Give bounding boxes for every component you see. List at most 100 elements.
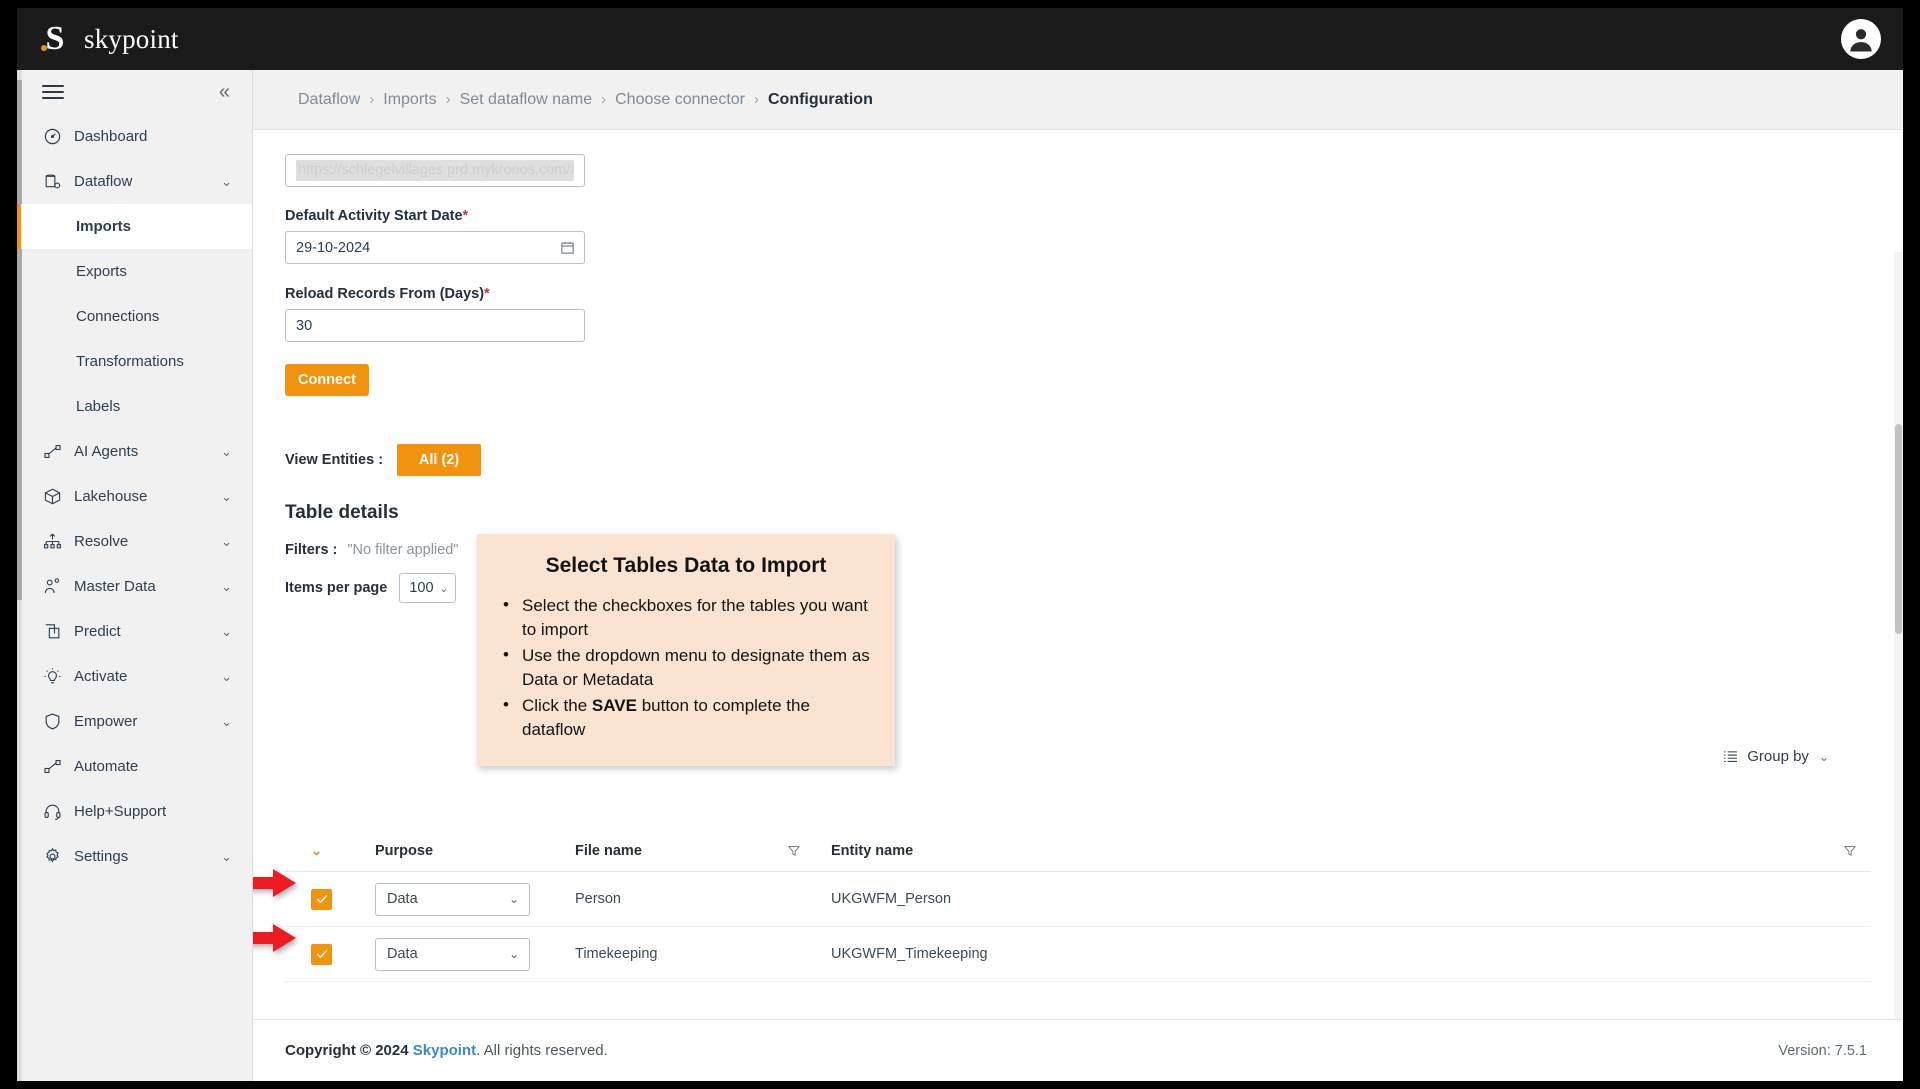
chevron-down-icon: ⌄ (221, 578, 232, 594)
purpose-select[interactable]: Data ⌄ (375, 882, 530, 916)
table-details-title: Table details (285, 502, 399, 523)
skypoint-logo-icon: S (38, 20, 72, 58)
breadcrumb-item-set-dataflow-name[interactable]: Set dataflow name (460, 91, 593, 109)
view-all-entities-button[interactable]: All (2) (397, 444, 482, 476)
sidebar-item-activate[interactable]: Activate ⌄ (17, 654, 252, 699)
callout-bullet-list: Select the checkboxes for the tables you… (499, 593, 873, 742)
chevron-down-icon: ⌄ (508, 892, 519, 906)
copy-squares-icon (41, 621, 63, 643)
callout-bullet: Click the SAVE button to complete the da… (499, 693, 873, 742)
application-window: S skypoint « Dashboard Dataflow ⌄ Import… (17, 8, 1903, 1081)
row-checkbox[interactable] (311, 888, 332, 910)
filters-label: Filters : (285, 542, 338, 558)
breadcrumb-item-choose-connector[interactable]: Choose connector (615, 91, 745, 109)
filter-icon[interactable] (787, 844, 801, 858)
brand-logo[interactable]: S skypoint (38, 20, 179, 58)
row-checkbox[interactable] (311, 943, 332, 965)
sidebar-item-label: Dashboard (74, 128, 148, 145)
connect-button[interactable]: Connect (285, 364, 369, 396)
nodes-icon (41, 756, 63, 778)
breadcrumb-item-dataflow[interactable]: Dataflow (298, 91, 360, 109)
sidebar-item-label: Help+Support (74, 803, 167, 820)
start-date-value: 29-10-2024 (296, 239, 371, 256)
group-by-label: Group by (1747, 748, 1809, 765)
table-header-entity-name-label: Entity name (831, 842, 914, 859)
callout-bullet: Select the checkboxes for the tables you… (499, 593, 873, 642)
sidebar-item-empower[interactable]: Empower ⌄ (17, 699, 252, 744)
row-file-name: Timekeeping (575, 946, 658, 962)
instruction-callout: Select Tables Data to Import Select the … (477, 534, 895, 766)
collapse-sidebar-icon[interactable]: « (219, 82, 230, 102)
row-select-cell (285, 888, 375, 910)
entities-table: ⌄ Purpose File name Entity name Data ⌄ P… (285, 830, 1871, 982)
footer: Copyright © 2024 Skypoint. All rights re… (253, 1019, 1903, 1081)
gauge-icon (41, 126, 63, 148)
calendar-icon[interactable] (560, 240, 575, 255)
items-per-page-select[interactable]: 100 ⌄ (399, 573, 457, 603)
row-file-name: Person (575, 891, 621, 907)
view-entities-label: View Entities : (285, 452, 384, 468)
annotation-arrow-row2-icon (253, 923, 297, 953)
sidebar-item-dashboard[interactable]: Dashboard (17, 114, 252, 159)
breadcrumb-separator-icon: › (753, 91, 759, 108)
reload-days-input[interactable]: 30 (285, 309, 585, 342)
sidebar-item-label: Master Data (74, 578, 156, 595)
sidebar-item-lakehouse[interactable]: Lakehouse ⌄ (17, 474, 252, 519)
headset-icon (41, 801, 63, 823)
sidebar-item-labels[interactable]: Labels (17, 384, 252, 429)
person-network-icon (41, 576, 63, 598)
sidebar-item-transformations[interactable]: Transformations (17, 339, 252, 384)
sidebar-item-ai-agents[interactable]: AI Agents ⌄ (17, 429, 252, 474)
check-icon (316, 895, 327, 903)
sidebar-item-imports[interactable]: Imports (17, 204, 252, 249)
sidebar-item-predict[interactable]: Predict ⌄ (17, 609, 252, 654)
chevron-down-icon: ⌄ (1818, 749, 1829, 764)
content-scrollbar-thumb[interactable] (1895, 424, 1902, 634)
breadcrumb: Dataflow › Imports › Set dataflow name ›… (253, 70, 1903, 130)
chevron-down-icon: ⌄ (221, 533, 232, 549)
filter-icon[interactable] (1843, 844, 1857, 858)
sidebar-item-master-data[interactable]: Master Data ⌄ (17, 564, 252, 609)
required-asterisk: * (484, 286, 490, 302)
table-header-select-all[interactable]: ⌄ (285, 843, 375, 859)
row-entity-name: UKGWFM_Timekeeping (831, 946, 988, 962)
logo-letter: S (45, 20, 65, 57)
reload-days-label: Reload Records From (Days)* (285, 286, 1903, 302)
copyright-text: Copyright © 2024 Skypoint. All rights re… (285, 1042, 608, 1059)
sidebar-item-connections[interactable]: Connections (17, 294, 252, 339)
database-gear-icon (41, 171, 63, 193)
sidebar-item-exports[interactable]: Exports (17, 249, 252, 294)
chevron-down-icon: ⌄ (221, 623, 232, 639)
sidebar-subitem-label: Connections (76, 308, 160, 325)
purpose-select[interactable]: Data ⌄ (375, 937, 530, 971)
reload-days-label-text: Reload Records From (Days) (285, 286, 485, 302)
row-entity-name: UKGWFM_Person (831, 891, 952, 907)
user-avatar-button[interactable] (1841, 19, 1881, 59)
logo-dot-icon (41, 45, 47, 51)
table-header-entity-name: Entity name (831, 843, 1871, 859)
breadcrumb-item-imports[interactable]: Imports (383, 91, 436, 109)
chevron-up-icon: ⌄ (221, 173, 232, 189)
shield-icon (41, 711, 63, 733)
sidebar-item-settings[interactable]: Settings ⌄ (17, 834, 252, 879)
table-row: Data ⌄ Timekeeping UKGWFM_Timekeeping (285, 927, 1871, 982)
version-text: Version: 7.5.1 (1778, 1042, 1867, 1059)
start-date-label-text: Default Activity Start Date (285, 208, 463, 224)
menu-icon[interactable] (42, 81, 64, 103)
group-by-button[interactable]: Group by ⌄ (1722, 748, 1829, 765)
start-date-input[interactable]: 29-10-2024 (285, 231, 585, 264)
breadcrumb-item-configuration: Configuration (767, 90, 873, 108)
content-scrollbar[interactable] (1894, 252, 1903, 1020)
footer-brand-link[interactable]: Skypoint (413, 1042, 476, 1059)
sidebar-item-dataflow[interactable]: Dataflow ⌄ (17, 159, 252, 204)
sidebar-item-label: Automate (74, 758, 139, 775)
service-url-value: https://schlegelvillages.prd.mykronos.co… (296, 160, 574, 181)
row-purpose-cell: Data ⌄ (375, 937, 575, 971)
sidebar-item-label: Activate (74, 668, 128, 685)
sidebar-item-resolve[interactable]: Resolve ⌄ (17, 519, 252, 564)
sidebar-subitem-imports-wrap: Imports (17, 204, 252, 249)
sidebar-item-automate[interactable]: Automate (17, 744, 252, 789)
table-header-row: ⌄ Purpose File name Entity name (285, 830, 1871, 872)
service-url-input[interactable]: https://schlegelvillages.prd.mykronos.co… (285, 154, 585, 187)
sidebar-item-help-support[interactable]: Help+Support (17, 789, 252, 834)
